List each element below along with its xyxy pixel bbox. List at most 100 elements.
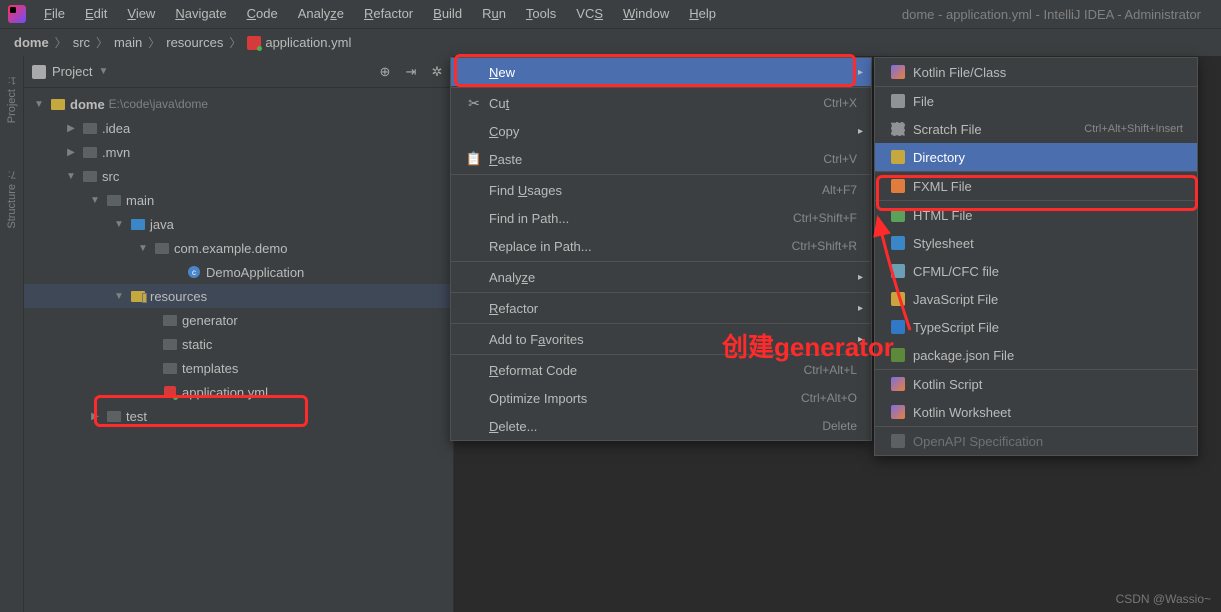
submenu-ts[interactable]: TypeScript File xyxy=(875,313,1197,341)
collapse-button[interactable]: ⇥ xyxy=(403,64,419,80)
expand-icon[interactable]: ▶ xyxy=(88,411,102,422)
menu-separator xyxy=(451,174,871,175)
ts-icon xyxy=(891,320,905,334)
chevron-down-icon[interactable]: ▼ xyxy=(98,66,108,77)
menu-item-copy[interactable]: Copy▸ xyxy=(451,117,871,145)
expand-icon[interactable]: ▼ xyxy=(112,291,126,302)
new-submenu: Kotlin File/Class File Scratch FileCtrl+… xyxy=(874,57,1198,456)
breadcrumb-root[interactable]: dome xyxy=(14,35,49,50)
menu-separator xyxy=(451,292,871,293)
menu-tools[interactable]: Tools xyxy=(516,0,566,28)
folder-icon xyxy=(163,363,177,374)
menu-refactor[interactable]: Refactor xyxy=(354,0,423,28)
menu-item-paste[interactable]: 📋PasteCtrl+V xyxy=(451,145,871,173)
menu-item-refactor[interactable]: Refactor▸ xyxy=(451,294,871,322)
menu-item-analyze[interactable]: Analyze▸ xyxy=(451,263,871,291)
submenu-fxml[interactable]: FXML File xyxy=(875,172,1197,200)
tree-node-resources[interactable]: ▼resources xyxy=(24,284,453,308)
scratch-icon xyxy=(891,122,905,136)
submenu-arrow-icon: ▸ xyxy=(858,272,863,283)
breadcrumb-main[interactable]: main xyxy=(114,35,142,50)
menu-separator xyxy=(451,87,871,88)
expand-icon[interactable]: ▶ xyxy=(64,147,78,158)
tree-node-mvn[interactable]: ▶.mvn xyxy=(24,140,453,164)
expand-icon[interactable]: ▶ xyxy=(64,123,78,134)
submenu-scratch[interactable]: Scratch FileCtrl+Alt+Shift+Insert xyxy=(875,115,1197,143)
tree-node-idea[interactable]: ▶.idea xyxy=(24,116,453,140)
menu-item-delete[interactable]: Delete...Delete xyxy=(451,412,871,440)
tree-node-src[interactable]: ▼src xyxy=(24,164,453,188)
menu-item-optimize[interactable]: Optimize ImportsCtrl+Alt+O xyxy=(451,384,871,412)
menu-code[interactable]: Code xyxy=(237,0,288,28)
menu-vcs[interactable]: VCS xyxy=(566,0,613,28)
tree-node-templates[interactable]: templates xyxy=(24,356,453,380)
menu-view[interactable]: View xyxy=(117,0,165,28)
tool-window-gutter: Project 1: Structure 7: xyxy=(0,56,24,612)
expand-icon[interactable]: ▼ xyxy=(64,171,78,182)
menu-item-reformat[interactable]: Reformat CodeCtrl+Alt+L xyxy=(451,356,871,384)
kotlin-icon xyxy=(891,377,905,391)
submenu-kotlin-class[interactable]: Kotlin File/Class xyxy=(875,58,1197,86)
tree-node-package[interactable]: ▼com.example.demo xyxy=(24,236,453,260)
tree-node-static[interactable]: static xyxy=(24,332,453,356)
submenu-js[interactable]: JavaScript File xyxy=(875,285,1197,313)
expand-icon[interactable]: ▼ xyxy=(136,243,150,254)
tree-node-java[interactable]: ▼java xyxy=(24,212,453,236)
project-tree: ▼ dome E:\code\java\dome ▶.idea ▶.mvn ▼s… xyxy=(24,88,453,432)
menu-file[interactable]: File xyxy=(34,0,75,28)
submenu-package-json[interactable]: package.json File xyxy=(875,341,1197,369)
menu-item-replace-in-path[interactable]: Replace in Path...Ctrl+Shift+R xyxy=(451,232,871,260)
submenu-stylesheet[interactable]: Stylesheet xyxy=(875,229,1197,257)
tree-node-generator[interactable]: generator xyxy=(24,308,453,332)
menu-help[interactable]: Help xyxy=(679,0,726,28)
submenu-html[interactable]: HTML File xyxy=(875,201,1197,229)
locate-button[interactable]: ⊕ xyxy=(377,64,393,80)
expand-icon[interactable]: ▼ xyxy=(32,99,46,110)
menu-item-new[interactable]: New▸ xyxy=(451,58,871,86)
watermark: CSDN @Wassio~ xyxy=(1116,592,1211,606)
tree-node-appyml[interactable]: application.yml xyxy=(24,380,453,404)
menu-run[interactable]: Run xyxy=(472,0,516,28)
menu-item-cut[interactable]: ✂CutCtrl+X xyxy=(451,89,871,117)
css-icon xyxy=(891,236,905,250)
menu-item-find-in-path[interactable]: Find in Path...Ctrl+Shift+F xyxy=(451,204,871,232)
tree-node-test[interactable]: ▶test xyxy=(24,404,453,428)
expand-icon[interactable]: ▼ xyxy=(112,219,126,230)
tab-structure[interactable]: Structure 7: xyxy=(4,159,20,239)
chevron-right-icon: 〉 xyxy=(55,34,67,51)
menu-item-find-usages[interactable]: Find UsagesAlt+F7 xyxy=(451,176,871,204)
submenu-kotlin-script[interactable]: Kotlin Script xyxy=(875,370,1197,398)
breadcrumb: dome 〉 src 〉 main 〉 resources 〉 applicat… xyxy=(0,28,1221,56)
menu-window[interactable]: Window xyxy=(613,0,679,28)
menubar: File Edit View Navigate Code Analyze Ref… xyxy=(0,0,1221,28)
breadcrumb-resources[interactable]: resources xyxy=(166,35,223,50)
menu-navigate[interactable]: Navigate xyxy=(165,0,236,28)
submenu-openapi[interactable]: OpenAPI Specification xyxy=(875,427,1197,455)
paste-icon: 📋 xyxy=(465,151,483,167)
menu-build[interactable]: Build xyxy=(423,0,472,28)
submenu-directory[interactable]: Directory xyxy=(875,143,1197,171)
js-icon xyxy=(891,292,905,306)
cfml-icon xyxy=(891,264,905,278)
submenu-file[interactable]: File xyxy=(875,87,1197,115)
folder-icon xyxy=(107,411,121,422)
submenu-cfml[interactable]: CFML/CFC file xyxy=(875,257,1197,285)
breadcrumb-file[interactable]: application.yml xyxy=(265,35,351,50)
source-folder-icon xyxy=(131,219,145,230)
tree-node-main[interactable]: ▼main xyxy=(24,188,453,212)
project-view-title[interactable]: Project xyxy=(52,64,92,79)
tab-project[interactable]: Project 1: xyxy=(4,64,20,133)
expand-icon[interactable]: ▼ xyxy=(88,195,102,206)
settings-gear-icon[interactable]: ✲ xyxy=(429,64,445,80)
menu-analyze[interactable]: Analyze xyxy=(288,0,354,28)
menu-edit[interactable]: Edit xyxy=(75,0,117,28)
menu-item-add-favorites[interactable]: Add to Favorites▸ xyxy=(451,325,871,353)
html-icon xyxy=(891,208,905,222)
tree-node-demoapp[interactable]: cDemoApplication xyxy=(24,260,453,284)
tree-node-dome[interactable]: ▼ dome E:\code\java\dome xyxy=(24,92,453,116)
submenu-kotlin-worksheet[interactable]: Kotlin Worksheet xyxy=(875,398,1197,426)
file-icon xyxy=(891,94,905,108)
breadcrumb-src[interactable]: src xyxy=(73,35,90,50)
cut-icon: ✂ xyxy=(465,95,483,112)
folder-icon xyxy=(163,339,177,350)
